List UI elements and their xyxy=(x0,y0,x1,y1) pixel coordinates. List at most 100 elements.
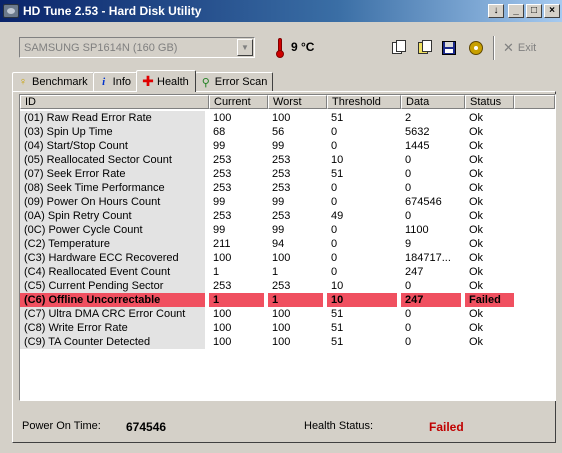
table-row[interactable]: (07) Seek Error Rate 253 253 51 0 Ok xyxy=(20,167,555,181)
table-cell-threshold: 51 xyxy=(331,168,344,180)
table-row[interactable]: (08) Seek Time Performance 253 253 0 0 Ok xyxy=(20,181,555,195)
column-header[interactable]: Status xyxy=(465,95,514,109)
health-status-label: Health Status: xyxy=(304,420,374,432)
table-row[interactable]: (C4) Reallocated Event Count 1 1 0 247 Ok xyxy=(20,265,555,279)
table-cell-worst: 1 xyxy=(268,293,323,307)
table-row[interactable]: (C3) Hardware ECC Recovered 100 100 0 184717… xyxy=(20,251,555,265)
table-cell-status: Ok xyxy=(469,252,484,264)
tab-health[interactable]: ✚ Health xyxy=(136,70,196,92)
options-icon[interactable] xyxy=(467,39,485,56)
table-cell-threshold: 0 xyxy=(331,196,338,208)
table-cell-threshold: 0 xyxy=(331,140,338,152)
table-cell-id: (C2) Temperature xyxy=(20,237,205,251)
drive-select[interactable]: SAMSUNG SP1614N (160 GB) ▼ xyxy=(19,37,255,58)
table-cell-id: (C5) Current Pending Sector xyxy=(20,279,205,293)
table-row[interactable]: (C2) Temperature 211 94 0 9 Ok xyxy=(20,237,555,251)
table-cell-current: 253 xyxy=(213,210,232,222)
table-cell-id: (05) Reallocated Sector Count xyxy=(20,153,205,167)
table-cell-current: 100 xyxy=(213,322,232,334)
table-cell-worst: 1 xyxy=(272,266,279,278)
table-cell-current: 99 xyxy=(213,140,226,152)
table-cell-status: Ok xyxy=(469,308,484,320)
save-icon[interactable] xyxy=(440,39,458,56)
table-cell-threshold: 10 xyxy=(331,280,344,292)
table-cell-status: Ok xyxy=(469,266,484,278)
arrow-down-icon[interactable]: ↓ xyxy=(488,4,504,18)
exit-label: Exit xyxy=(517,42,537,54)
tab-label: Health xyxy=(157,75,189,88)
window-controls: ↓ _ □ × xyxy=(488,4,560,18)
table-cell-worst: 99 xyxy=(272,224,285,236)
tab-strip: ♀ Benchmark i Info ✚ Health ⚲ Error Scan xyxy=(12,70,274,92)
table-cell-data: 0 xyxy=(405,182,412,194)
copy-screenshot-icon[interactable] xyxy=(414,39,432,56)
table-cell-threshold: 0 xyxy=(331,252,338,264)
tab-benchmark[interactable]: ♀ Benchmark xyxy=(12,72,94,91)
table-cell-data: 0 xyxy=(405,322,412,334)
table-cell-status: Ok xyxy=(469,196,484,208)
table-cell-threshold: 0 xyxy=(331,182,338,194)
table-row[interactable]: (C7) Ultra DMA CRC Error Count 100 100 51 0 O… xyxy=(20,307,555,321)
table-cell-current: 253 xyxy=(213,154,232,166)
table-cell-threshold: 0 xyxy=(331,126,338,138)
table-cell-current: 1 xyxy=(213,266,220,278)
table-cell-status: Ok xyxy=(469,112,484,124)
table-row[interactable]: (01) Raw Read Error Rate 100 100 51 2 Ok xyxy=(20,111,555,125)
window-title: HD Tune 2.53 - Hard Disk Utility xyxy=(23,4,202,18)
table-cell-current: 68 xyxy=(213,126,226,138)
table-row[interactable]: (0C) Power Cycle Count 99 99 0 1100 Ok xyxy=(20,223,555,237)
tab-label: Benchmark xyxy=(32,76,88,88)
table-cell-id: (08) Seek Time Performance xyxy=(20,181,205,195)
table-cell-worst: 253 xyxy=(272,182,291,194)
table-cell-worst: 253 xyxy=(272,168,291,180)
table-row[interactable]: (C8) Write Error Rate 100 100 51 0 Ok xyxy=(20,321,555,335)
tab-info[interactable]: i Info xyxy=(92,72,137,91)
column-header-filler xyxy=(514,95,555,109)
table-cell-data: 0 xyxy=(405,168,412,180)
column-header[interactable]: ID xyxy=(20,95,209,109)
table-row[interactable]: (0A) Spin Retry Count 253 253 49 0 Ok xyxy=(20,209,555,223)
table-row[interactable]: (05) Reallocated Sector Count 253 253 10 0 Ok xyxy=(20,153,555,167)
power-on-time-label: Power On Time: xyxy=(22,420,101,432)
column-header[interactable]: Data xyxy=(401,95,465,109)
smart-table: ID Current Worst Threshold Data Status (01) R… xyxy=(19,94,556,401)
exit-button[interactable]: ✕ Exit xyxy=(503,39,536,57)
drive-select-value: SAMSUNG SP1614N (160 GB) xyxy=(24,42,178,54)
table-cell-worst: 94 xyxy=(272,238,285,250)
table-cell-worst: 100 xyxy=(272,336,291,348)
table-cell-data: 0 xyxy=(405,280,412,292)
table-cell-status: Ok xyxy=(469,238,484,250)
chevron-down-icon[interactable]: ▼ xyxy=(237,39,253,56)
table-cell-threshold: 49 xyxy=(331,210,344,222)
table-cell-id: (07) Seek Error Rate xyxy=(20,167,205,181)
tab-label: Info xyxy=(112,76,131,88)
table-row[interactable]: (04) Start/Stop Count 99 99 0 1445 Ok xyxy=(20,139,555,153)
table-cell-data: 2 xyxy=(405,112,412,124)
table-cell-status: Ok xyxy=(469,182,484,194)
table-cell-id: (C4) Reallocated Event Count xyxy=(20,265,205,279)
magnifier-icon: ⚲ xyxy=(201,76,210,89)
table-row[interactable]: (03) Spin Up Time 68 56 0 5632 Ok xyxy=(20,125,555,139)
close-button[interactable]: × xyxy=(544,4,560,18)
table-cell-worst: 253 xyxy=(272,154,291,166)
column-header[interactable]: Threshold xyxy=(327,95,401,109)
table-cell-data: 184717... xyxy=(405,252,451,264)
tab-error-scan[interactable]: ⚲ Error Scan xyxy=(194,72,274,91)
table-cell-current: 100 xyxy=(213,336,232,348)
table-cell-threshold: 0 xyxy=(331,224,338,236)
table-row[interactable]: (09) Power On Hours Count 99 99 0 674546 Ok xyxy=(20,195,555,209)
table-row-failed[interactable]: (C6) Offline Uncorrectable 1 1 10 247 Failed xyxy=(20,293,555,307)
table-cell-data: 0 xyxy=(405,154,412,166)
copy-text-icon[interactable] xyxy=(388,39,406,56)
table-row[interactable]: (C5) Current Pending Sector 253 253 10 0 Ok xyxy=(20,279,555,293)
table-row[interactable]: (C9) TA Counter Detected 100 100 51 0 Ok xyxy=(20,335,555,349)
table-cell-current: 100 xyxy=(213,112,232,124)
table-cell-status: Ok xyxy=(469,126,484,138)
maximize-button[interactable]: □ xyxy=(526,4,542,18)
table-cell-id: (C7) Ultra DMA CRC Error Count xyxy=(20,307,205,321)
column-header[interactable]: Worst xyxy=(268,95,327,109)
table-cell-worst: 99 xyxy=(272,140,285,152)
minimize-button[interactable]: _ xyxy=(508,4,524,18)
column-header[interactable]: Current xyxy=(209,95,268,109)
table-cell-status: Failed xyxy=(465,293,514,307)
